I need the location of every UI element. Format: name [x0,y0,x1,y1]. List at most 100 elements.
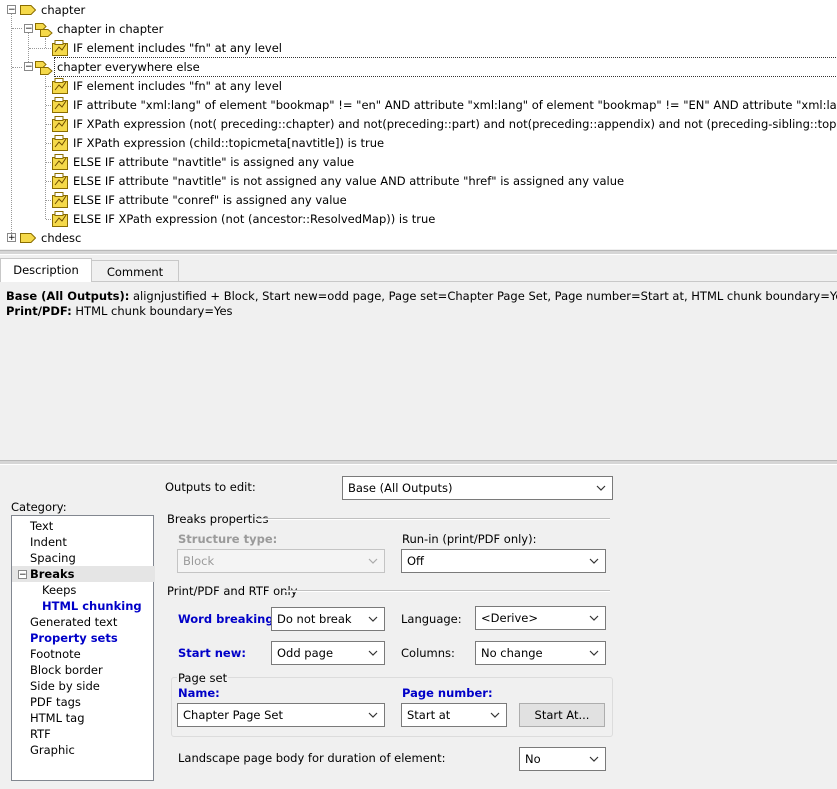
tree-line [46,86,51,87]
splitter[interactable] [0,460,837,465]
collapse-icon[interactable]: − [24,24,33,34]
tree-line [29,48,51,49]
element-tag-icon [20,233,36,243]
tree-line [12,67,22,68]
tree-line [46,162,51,163]
runin-dropdown[interactable]: Off [401,549,606,573]
tree-item-chdesc[interactable]: chdesc [41,229,81,247]
chevron-down-icon [366,550,380,572]
condition-icon [52,40,68,56]
start-at-button[interactable]: Start At... [519,703,605,727]
desc-text-print: HTML chunk boundary=Yes [75,304,233,318]
tree-condition[interactable]: IF element includes "fn" at any level [73,39,282,57]
category-item-graphic[interactable]: Graphic [30,742,75,758]
outputs-value: Base (All Outputs) [348,481,453,495]
tree-line [45,38,46,48]
tree-condition[interactable]: IF attribute "xml:lang" of element "book… [73,96,837,114]
section-divider [285,590,610,592]
tree-condition[interactable]: IF element includes "fn" at any level [73,77,282,95]
columns-label: Columns: [401,646,455,660]
tree-condition[interactable]: ELSE IF attribute "navtitle" is assigned… [73,153,354,171]
language-dropdown[interactable]: <Derive> [475,606,606,630]
condition-icon [52,135,68,151]
desc-text-base: alignjustified + Block, Start new=odd pa… [132,289,837,303]
structure-type-dropdown: Block [177,549,385,573]
category-label: Category: [11,500,67,514]
page-number-label: Page number: [402,686,493,700]
tree-condition[interactable]: ELSE IF attribute "navtitle" is not assi… [73,172,624,190]
condition-icon [52,192,68,208]
context-icon [35,61,53,75]
category-item-html-tag[interactable]: HTML tag [30,710,85,726]
pageset-name-label: Name: [178,686,220,700]
splitter[interactable] [0,250,837,255]
outputs-dropdown[interactable]: Base (All Outputs) [342,476,613,500]
page-number-dropdown[interactable]: Start at [401,703,507,727]
tree-item-chapter-everywhere-else[interactable]: chapter everywhere else [54,57,837,77]
tab-description[interactable]: Description [0,258,92,282]
tree-item-chapter-in-chapter[interactable]: chapter in chapter [57,20,163,38]
category-item-indent[interactable]: Indent [30,534,67,550]
collapse-icon[interactable]: − [18,570,27,580]
start-new-dropdown[interactable]: Odd page [271,641,385,665]
tree-condition[interactable]: ELSE IF XPath expression (not (ancestor:… [73,210,435,228]
breaks-section-title: Breaks properties [167,512,269,526]
start-new-label: Start new: [178,646,246,660]
element-tag-icon [20,5,36,15]
category-item-pdf-tags[interactable]: PDF tags [30,694,81,710]
chevron-down-icon [587,607,601,629]
chevron-down-icon [366,704,380,726]
category-item-html-chunking[interactable]: HTML chunking [42,598,142,614]
condition-icon [52,154,68,170]
chevron-down-icon [366,608,380,630]
tree-line [46,124,51,125]
desc-label-print: Print/PDF: [6,304,72,318]
category-item-generated-text[interactable]: Generated text [30,614,117,630]
tree-condition[interactable]: IF XPath expression (not( preceding::cha… [73,115,837,133]
word-breaking-dropdown[interactable]: Do not break [271,607,385,631]
tree-line [46,219,51,220]
category-item-breaks[interactable]: Breaks [12,566,155,582]
structure-type-value: Block [183,554,215,568]
context-icon [35,23,53,37]
tab-comment[interactable]: Comment [91,260,179,282]
collapse-icon[interactable]: − [7,5,16,15]
description-panel: Base (All Outputs): alignjustified + Blo… [0,281,837,459]
start-new-value: Odd page [277,646,334,660]
landscape-dropdown[interactable]: No [519,747,606,771]
tree-line [46,181,51,182]
pageset-legend: Page set [177,671,229,685]
desc-label-base: Base (All Outputs): [6,289,130,303]
category-item-rtf[interactable]: RTF [30,726,51,742]
condition-icon [52,78,68,94]
condition-tree: − chapter − chapter in chapter IF elemen… [0,0,837,249]
language-label: Language: [401,612,462,626]
tree-line [11,14,12,233]
page-number-value: Start at [407,708,451,722]
columns-dropdown[interactable]: No change [475,641,606,665]
category-list[interactable]: Text Indent Spacing Breaks − Keeps HTML chunki… [11,515,155,781]
tree-line [12,28,22,29]
tree-line [46,200,51,201]
chevron-down-icon [587,550,601,572]
category-item-side-by-side[interactable]: Side by side [30,678,100,694]
collapse-icon[interactable]: − [24,62,33,72]
category-item-block-border[interactable]: Block border [30,662,103,678]
chevron-down-icon [488,704,502,726]
category-item-text[interactable]: Text [30,518,53,534]
tree-item-chapter[interactable]: chapter [41,1,85,19]
pageset-name-dropdown[interactable]: Chapter Page Set [177,703,385,727]
expand-icon[interactable]: + [7,233,16,243]
category-item-spacing[interactable]: Spacing [30,550,76,566]
tree-condition[interactable]: ELSE IF attribute "conref" is assigned a… [73,191,347,209]
category-item-footnote[interactable]: Footnote [30,646,81,662]
landscape-label: Landscape page body for duration of elem… [178,751,446,765]
chevron-down-icon [587,748,601,770]
word-breaking-label: Word breaking: [178,612,279,626]
section-divider [256,518,610,520]
category-item-property-sets[interactable]: Property sets [30,630,118,646]
category-item-keeps[interactable]: Keeps [42,582,76,598]
tree-condition[interactable]: IF XPath expression (child::topicmeta[na… [73,134,384,152]
chevron-down-icon [594,477,608,499]
runin-label: Run-in (print/PDF only): [402,532,537,546]
